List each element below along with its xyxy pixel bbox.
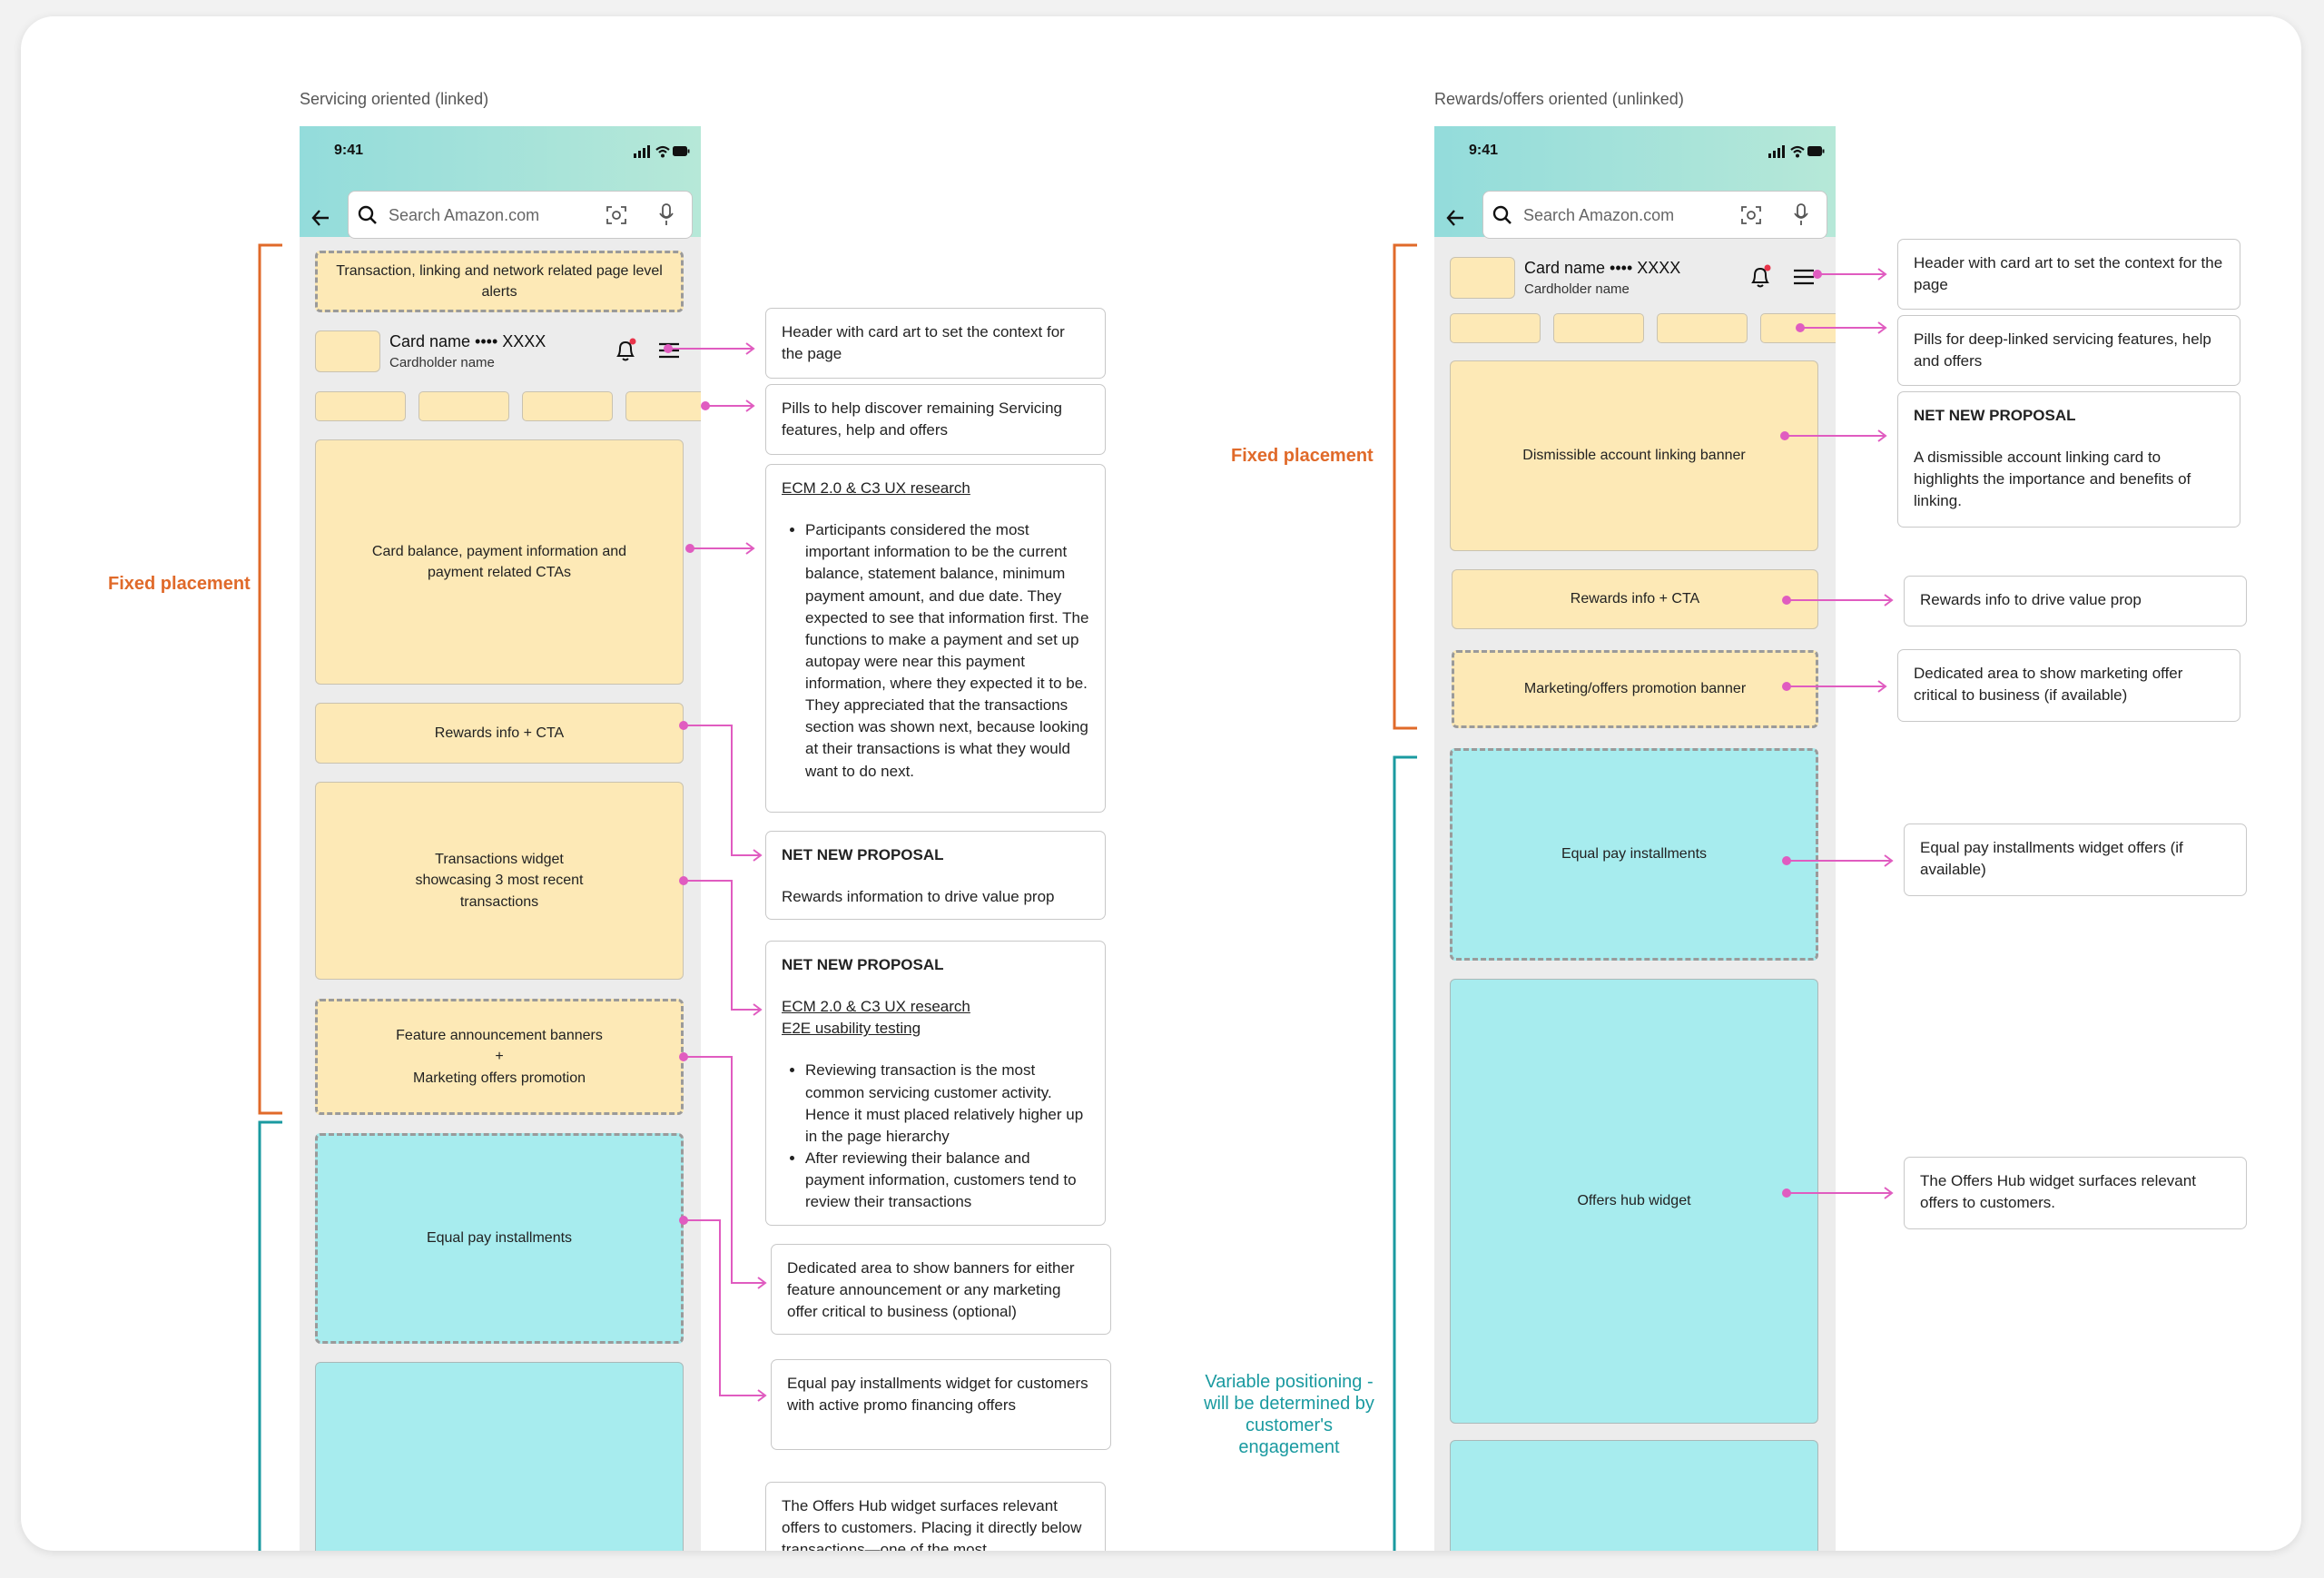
connector-header (1817, 268, 1887, 281)
connector-linking (1785, 429, 1887, 442)
canvas: Servicing oriented (linked) 9:41 Search … (21, 16, 2301, 1551)
connector-offers-hub (1787, 1187, 1894, 1199)
connector-equal-pay (1787, 854, 1894, 867)
connector-marketing (1787, 680, 1887, 693)
right-connectors (1780, 268, 1894, 1199)
connector-rewards (1787, 594, 1894, 607)
connector-pills (1800, 321, 1887, 334)
